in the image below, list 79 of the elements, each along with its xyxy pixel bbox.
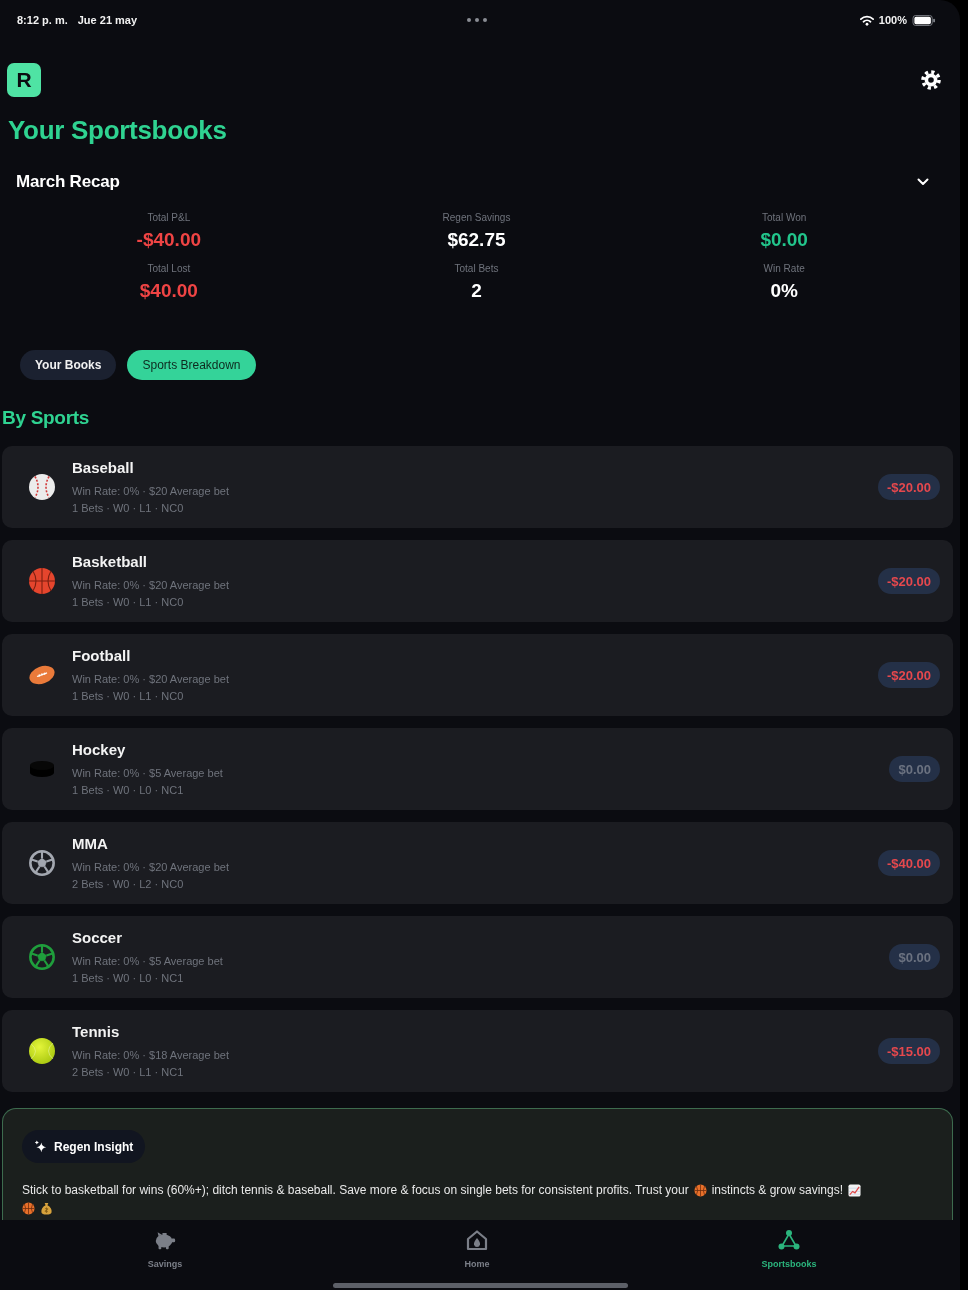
stat-label: Total Bets [454,262,499,276]
sport-name: MMA [72,834,108,853]
tennis-ball-icon [28,1037,56,1065]
stat-value: $40.00 [139,279,198,303]
sport-record: 1 Bets · W0 · L1 · NC0 [72,688,184,704]
chart-icon [848,1183,862,1197]
sport-card[interactable]: Baseball Win Rate: 0% · $20 Average bet 1 Bets · W0 · L1 · NC0 -$20.00 [2,446,953,528]
soccer-ball-icon [28,943,56,971]
amount-value: $0.00 [898,949,931,965]
stat-value: -$40.00 [136,228,202,252]
sport-name: Baseball [72,458,134,477]
tab[interactable]: Your Books [20,350,117,380]
sport-name: Basketball [72,552,148,571]
sport-card[interactable]: Basketball Win Rate: 0% · $20 Average bet 1 Bets · W0 · L1 · NC0 -$20.00 [2,540,953,622]
page-title: Your Sportsbooks [7,114,228,146]
stat-value: 2 [471,279,482,303]
sport-record: 1 Bets · W0 · L0 · NC1 [72,782,184,798]
status-date: Jue 21 may [77,14,138,26]
sparkle-icon [34,1140,47,1153]
nav-tab[interactable]: Home [464,1229,490,1270]
stat-value: 0% [770,279,798,303]
sport-card[interactable]: Soccer Win Rate: 0% · $5 Average bet 1 Bets · W0 · L0 · NC1 $0.00 [2,916,953,998]
sport-name: Tennis [72,1022,120,1041]
app-logo: R [7,63,41,97]
stat-label: Total Lost [147,262,191,276]
sport-summary: Win Rate: 0% · $20 Average bet [72,859,229,875]
sport-record: 2 Bets · W0 · L2 · NC0 [72,876,184,892]
recap-title: March Recap [16,172,120,192]
battery-icon [912,14,936,26]
baseball-icon [28,473,56,501]
amount-value: -$20.00 [886,573,931,589]
sport-summary: Win Rate: 0% · $18 Average bet [72,1047,229,1063]
sport-record: 1 Bets · W0 · L1 · NC0 [72,500,184,516]
network-icon [777,1229,801,1251]
sport-summary: Win Rate: 0% · $20 Average bet [72,483,229,499]
sport-name: Soccer [72,928,123,947]
battery-percentage: 100% [878,14,907,26]
insight-text: instincts & grow savings! [711,1182,844,1199]
stat-label: Total P&L [147,211,191,225]
more-dots-icon[interactable] [466,18,487,22]
sport-card[interactable]: MMA Win Rate: 0% · $20 Average bet 2 Bets · W0 · L2 · NC0 -$40.00 [2,822,953,904]
sport-card[interactable]: Tennis Win Rate: 0% · $18 Average bet 2 Bets · W0 · L1 · NC1 -$15.00 [2,1010,953,1092]
stat-label: Regen Savings [442,211,511,225]
stat-value: $0.00 [760,228,808,252]
stat-label: Total Won [762,211,807,225]
amount-value: $0.00 [898,761,931,777]
sport-summary: Win Rate: 0% · $20 Average bet [72,577,229,593]
stat-label: Win Rate [763,262,805,276]
money-bag-icon [40,1201,53,1215]
sport-name: Football [72,646,131,665]
sport-card[interactable]: Hockey Win Rate: 0% · $5 Average bet 1 Bets · W0 · L0 · NC1 $0.00 [2,728,953,810]
sport-summary: Win Rate: 0% · $5 Average bet [72,765,223,781]
nav-tab[interactable]: Savings [147,1229,183,1270]
section-title: By Sports [1,406,91,430]
stat-value: $62.75 [447,228,506,252]
basketball-icon [28,567,56,595]
chevron-down-icon[interactable] [917,178,929,186]
insight-text: Stick to basketball for wins (60%+); ditch tennis & baseball. Save more & focus on single bets for consistent profits. Trust your [22,1182,689,1199]
sport-summary: Win Rate: 0% · $5 Average bet [72,953,223,969]
basketball-icon [22,1201,35,1215]
amount-value: -$20.00 [886,667,931,683]
sport-name: Hockey [72,740,126,759]
sport-record: 2 Bets · W0 · L1 · NC1 [72,1064,184,1080]
basketball-icon [693,1183,707,1197]
nav-tab[interactable]: Sportsbooks [761,1229,817,1270]
settings-icon[interactable] [921,70,941,90]
amount-value: -$40.00 [886,855,931,871]
house-icon [465,1229,489,1251]
status-time: 8:12 p. m. [17,14,68,26]
sport-summary: Win Rate: 0% · $20 Average bet [72,671,229,687]
sport-record: 1 Bets · W0 · L0 · NC1 [72,970,184,986]
sport-card[interactable]: Football Win Rate: 0% · $20 Average bet 1 Bets · W0 · L1 · NC0 -$20.00 [2,634,953,716]
wifi-icon [859,14,874,26]
tab[interactable]: Sports Breakdown [127,350,256,380]
insight-label: Regen Insight [54,1139,134,1154]
sport-record: 1 Bets · W0 · L1 · NC0 [72,594,184,610]
soccer-ball-icon [28,849,56,877]
amount-value: -$15.00 [886,1043,931,1059]
amount-value: -$20.00 [886,479,931,495]
